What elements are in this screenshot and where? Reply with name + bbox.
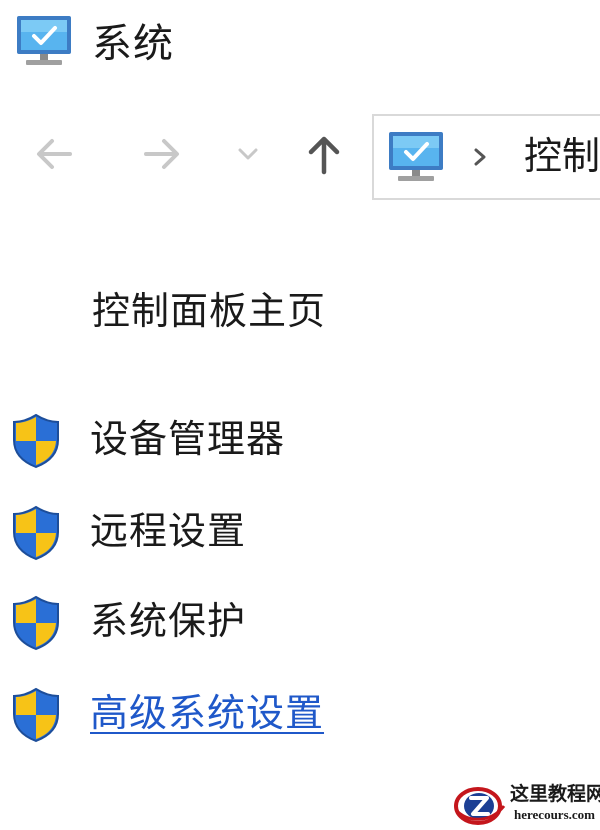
chevron-right-icon[interactable] (470, 142, 490, 172)
navigation-bar: 控制面板 (0, 112, 600, 202)
remote-settings-label[interactable]: 远程设置 (90, 506, 246, 556)
arrow-right-icon[interactable] (136, 128, 188, 180)
watermark: 这里教程网 herecours.com (452, 782, 600, 828)
arrow-left-icon[interactable] (28, 128, 80, 180)
control-panel-home-link[interactable]: 控制面板主页 (92, 286, 326, 336)
uac-shield-icon (13, 505, 59, 561)
watermark-logo-icon (454, 787, 506, 825)
title-bar: 系统 (0, 0, 600, 90)
address-bar[interactable]: 控制面板 (372, 114, 600, 200)
arrow-up-icon[interactable] (298, 128, 350, 180)
computer-monitor-icon (389, 132, 443, 181)
uac-shield-icon (13, 413, 59, 469)
advanced-system-settings-link[interactable]: 高级系统设置 (0, 682, 600, 746)
device-manager-label[interactable]: 设备管理器 (90, 414, 285, 464)
system-window: 系统 控制面板 (0, 0, 600, 830)
uac-shield-icon (13, 687, 59, 743)
window-title: 系统 (92, 21, 174, 67)
system-protection-link[interactable]: 系统保护 (0, 590, 600, 654)
chevron-down-icon[interactable] (230, 128, 266, 180)
uac-shield-icon (13, 595, 59, 651)
advanced-system-settings-label[interactable]: 高级系统设置 (90, 688, 324, 738)
watermark-name: 这里教程网 (510, 784, 600, 805)
system-protection-label[interactable]: 系统保护 (90, 596, 246, 646)
address-path[interactable]: 控制面板 (524, 132, 600, 180)
remote-settings-link[interactable]: 远程设置 (0, 500, 600, 564)
computer-monitor-icon (17, 16, 71, 65)
watermark-url: herecours.com (514, 807, 595, 822)
device-manager-link[interactable]: 设备管理器 (0, 408, 600, 472)
